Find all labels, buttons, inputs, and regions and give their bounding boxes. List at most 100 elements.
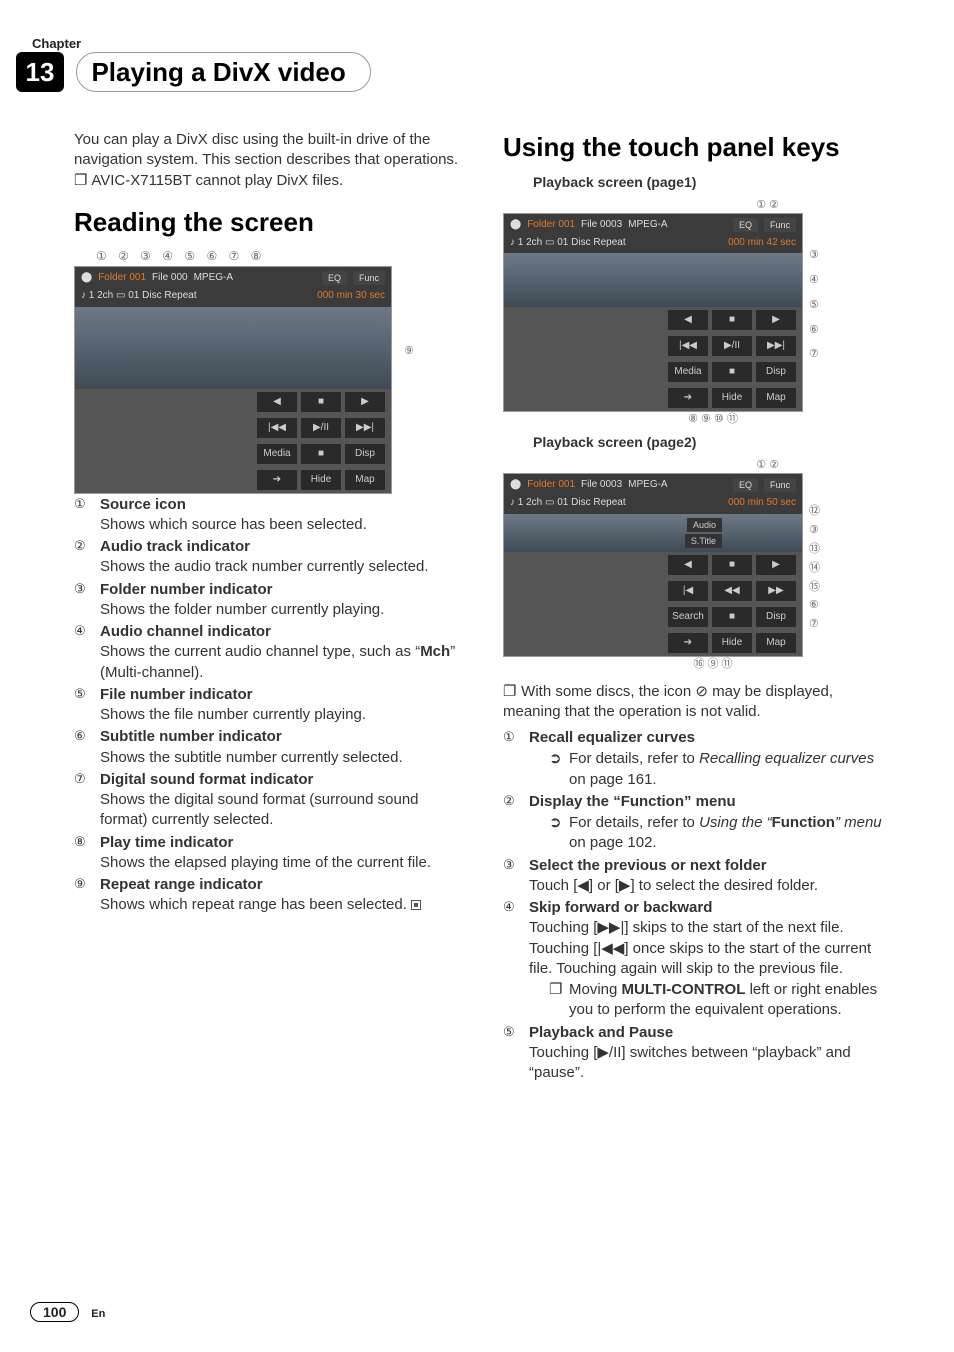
mock-folder: Folder 001 [527,478,575,492]
callout: ⑫ [809,504,820,519]
item-title: Recall equalizer curves [529,729,695,746]
mock-folder: Folder 001 [98,271,146,285]
mock-btn: ▶▶| [345,418,385,438]
callout: ⑦ [809,617,820,632]
item-desc: Touch [◀] or [▶] to select the desired f… [529,877,818,894]
item-num: ⑤ [503,1023,523,1084]
compat-note-text: AVIC-X7115BT cannot play DivX files. [91,172,343,189]
mock-eq: EQ [322,271,347,285]
callout: ⑭ [809,561,820,576]
mock-label-search: Search [668,607,708,627]
mock-btn: Disp [345,444,385,464]
item-bold: Function [772,814,835,831]
mock-time: 000 min 30 sec [317,289,385,303]
invalid-op-note: ❐ With some discs, the icon ⊘ may be dis… [503,682,892,723]
mock-btn: ➔ [257,470,297,490]
item-title: Subtitle number indicator [100,728,282,745]
item-desc: Shows the subtitle number currently sele… [100,749,403,766]
page2-label: Playback screen (page2) [533,433,892,452]
p2-top-callouts: ① ② [503,458,803,473]
mock-subline: ♪ 1 2ch ▭ 01 Disc Repeat [81,289,197,303]
item-num: ② [503,792,523,854]
touch-key-list: ①Recall equalizer curves ➲For details, r… [503,728,892,1083]
mock-folder: Folder 001 [527,218,575,232]
callout: ⑤ [809,298,819,313]
item-title: Select the previous or next folder [529,857,767,874]
item-desc: For details, refer to [569,750,699,767]
item-desc: Shows the audio track number currently s… [100,558,429,575]
item-desc2: on page 161. [569,771,657,788]
callout: ③ [809,248,819,263]
mock-codec: MPEG-A [194,271,233,285]
item-num: ④ [74,622,94,683]
mock-file: File 0003 [581,478,622,492]
callout: ⑦ [809,347,819,362]
item-desc: Shows the elapsed playing time of the cu… [100,854,431,871]
mock-btn: ▶ [345,392,385,412]
top-callouts: ① ② ③ ④ ⑤ ⑥ ⑦ ⑧ [74,248,404,264]
item-bold: Mch [420,643,450,660]
mock-func: Func [353,271,385,285]
callout: ⑥ [809,323,819,338]
mock-codec: MPEG-A [628,478,667,492]
mock-time: 000 min 50 sec [728,496,796,510]
mock-screen-p1: ⬤ Folder 001 File 0003 MPEG-A EQ Func ♪ … [503,213,803,413]
screen-diagram: ① ② ③ ④ ⑤ ⑥ ⑦ ⑧ ⬤ Folder 001 File 000 MP… [74,248,404,359]
mock-subline: ♪ 1 2ch ▭ 01 Disc Repeat [510,236,626,250]
item-title: Digital sound format indicator [100,771,313,788]
item-italic: menu [840,814,882,831]
item-num: ⑤ [74,685,94,726]
callout: ⑬ [809,542,820,557]
heading-touch-panel: Using the touch panel keys [503,130,892,165]
item-num: ① [74,495,94,536]
mock-file: File 0003 [581,218,622,232]
item-title: File number indicator [100,686,253,703]
item-desc: Shows which repeat range has been select… [100,896,407,913]
item-title: Skip forward or backward [529,899,712,916]
p1-side-callouts: ③ ④ ⑤ ⑥ ⑦ [809,248,819,362]
callout: ③ [809,523,820,538]
page-number: 100 [30,1302,79,1322]
item-num: ④ [503,898,523,1021]
item-num: ⑨ [74,875,94,916]
item-num: ⑥ [74,727,94,768]
mock-btn: Map [345,470,385,490]
callout: ④ [809,273,819,288]
page-lang: En [91,1308,105,1320]
mock-btn: ◀ [257,392,297,412]
item-title: Repeat range indicator [100,876,263,893]
p2-bottom-callouts: ⑯ ⑨ ⑪ [503,657,803,672]
item-title: Folder number indicator [100,581,273,598]
right-column: Using the touch panel keys Playback scre… [503,130,892,1282]
item-title: Audio channel indicator [100,623,271,640]
intro-text: You can play a DivX disc using the built… [74,130,463,171]
item-num: ⑦ [74,770,94,831]
page-footer: 100 En [30,1302,105,1322]
item-num: ⑧ [74,833,94,874]
item-desc: Shows the file number currently playing. [100,706,366,723]
mock-time: 000 min 42 sec [728,236,796,250]
item-num: ② [74,537,94,578]
chapter-bar: 13 Playing a DivX video [16,52,924,98]
mock-btn: ■ [301,392,341,412]
item-italic: Using the [699,814,767,831]
item-num: ③ [503,856,523,897]
mock-func: Func [764,218,796,232]
stop-icon [411,900,421,910]
mock-btn: Hide [301,470,341,490]
compat-note: ❐ AVIC-X7115BT cannot play DivX files. [74,171,463,191]
item-desc: Touching [▶▶|] skips to the start of the… [529,919,871,977]
item-bold: MULTI-CONTROL [622,981,746,998]
heading-reading-screen: Reading the screen [74,205,463,240]
p1-bottom-callouts: ⑧ ⑨ ⑩ ⑪ [503,412,803,427]
item-title: Playback and Pause [529,1024,673,1041]
item-title: Source icon [100,496,186,513]
p1-top-callouts: ① ② [503,198,803,213]
item-desc: Moving [569,981,622,998]
mock-btn: ▶/II [301,418,341,438]
item-desc2: on page 102. [569,834,657,851]
mock-label-audio: Audio [687,518,722,532]
item-italic: Recalling equalizer curves [699,750,874,767]
right-callout-9: ⑨ [394,344,414,359]
callout: ⑮ [809,580,820,595]
